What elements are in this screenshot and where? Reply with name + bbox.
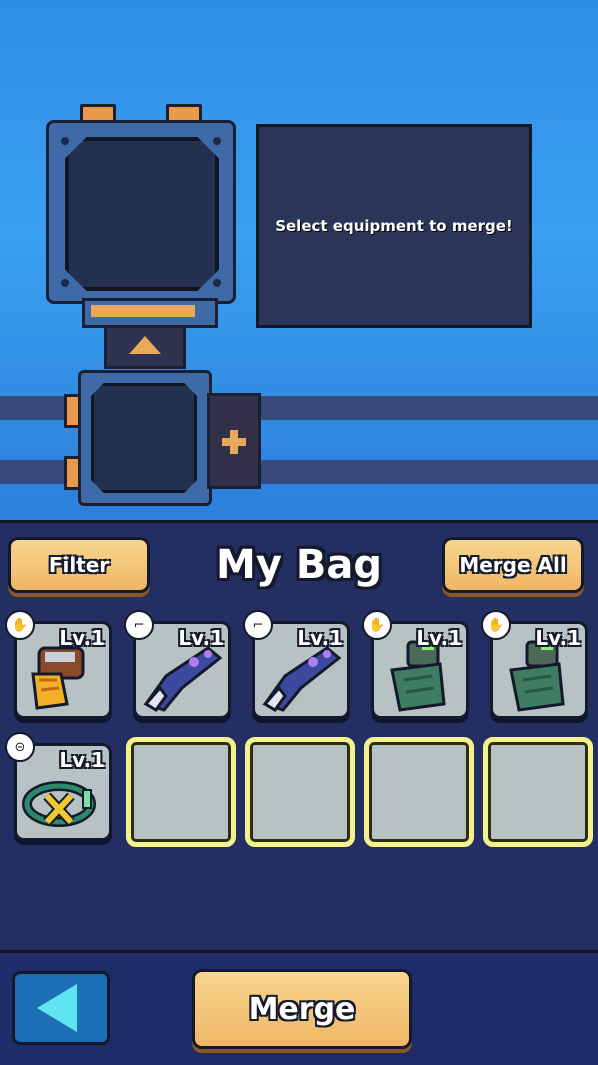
empty-bag-slot[interactable] — [364, 737, 474, 847]
merge-button[interactable]: Merge — [192, 969, 412, 1049]
empty-bag-slot[interactable] — [245, 737, 355, 847]
empty-bag-slot[interactable] — [483, 737, 593, 847]
merge-info-text: Select equipment to merge! — [275, 217, 513, 235]
main-equipment-frame — [46, 120, 236, 304]
progress-strip — [91, 305, 195, 317]
main-equipment-slot[interactable] — [65, 137, 219, 291]
bag-panel: Filter My Bag Merge All ✋ Lv.1 ⌐ Lv.1 ⌐ — [0, 520, 598, 953]
bag-item[interactable]: ✋ Lv.1 — [362, 610, 469, 719]
back-arrow-icon — [37, 984, 77, 1032]
bag-title: My Bag — [216, 542, 382, 588]
item-level: Lv.1 — [178, 626, 224, 650]
bag-item[interactable]: ⌐ Lv.1 — [124, 610, 231, 719]
bolt — [213, 279, 221, 287]
bolt — [213, 137, 221, 145]
merge-connector — [104, 325, 186, 369]
item-level: Lv.1 — [535, 626, 581, 650]
item-level: Lv.1 — [297, 626, 343, 650]
merge-all-button[interactable]: Merge All — [442, 537, 584, 593]
back-button[interactable] — [12, 971, 110, 1045]
item-level: Lv.1 — [59, 748, 105, 772]
merge-area: Select equipment to merge! — [0, 0, 598, 520]
empty-bag-slot[interactable] — [126, 737, 236, 847]
bag-item[interactable]: ✋ Lv.1 — [481, 610, 588, 719]
material-slot[interactable] — [91, 383, 197, 493]
bag-item[interactable]: ⊝ Lv.1 — [5, 732, 112, 841]
bolt — [61, 137, 69, 145]
item-level: Lv.1 — [59, 626, 105, 650]
merge-info-panel: Select equipment to merge! — [256, 124, 532, 328]
filter-button[interactable]: Filter — [8, 537, 150, 593]
bolt — [61, 279, 69, 287]
bag-item[interactable]: ✋ Lv.1 — [5, 610, 112, 719]
main-frame-base — [82, 298, 218, 328]
plus-icon-bar — [222, 438, 246, 446]
bottom-bar: Merge — [0, 950, 598, 1065]
item-level: Lv.1 — [416, 626, 462, 650]
material-frame — [78, 370, 212, 506]
bag-item[interactable]: ⌐ Lv.1 — [243, 610, 350, 719]
add-material-box[interactable] — [207, 393, 261, 489]
arrow-up-icon — [129, 336, 161, 354]
